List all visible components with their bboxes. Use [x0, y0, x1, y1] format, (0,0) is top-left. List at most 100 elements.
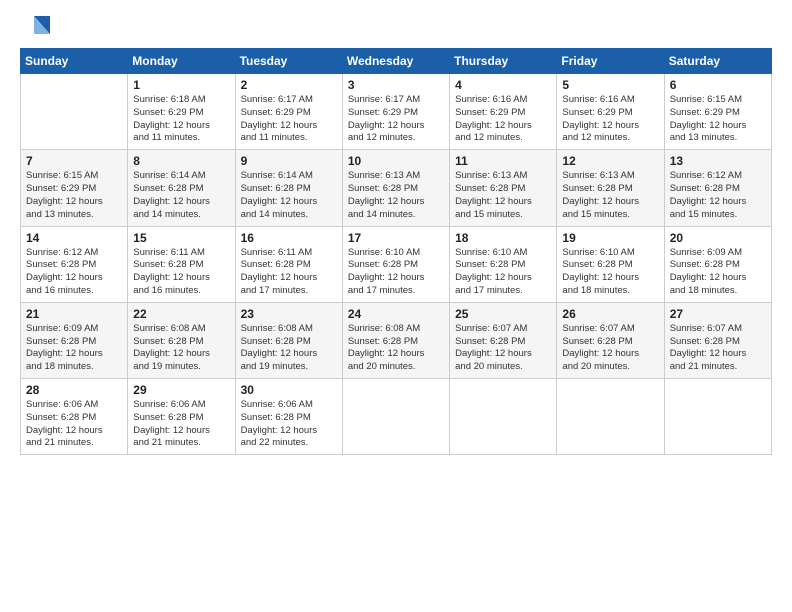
day-info: Sunrise: 6:15 AM Sunset: 6:29 PM Dayligh… [26, 170, 122, 221]
day-info: Sunrise: 6:15 AM Sunset: 6:29 PM Dayligh… [670, 94, 766, 145]
calendar-week-row: 1 Sunrise: 6:18 AM Sunset: 6:29 PM Daylig… [21, 74, 772, 150]
day-info: Sunrise: 6:18 AM Sunset: 6:29 PM Dayligh… [133, 94, 229, 145]
day-info: Sunrise: 6:11 AM Sunset: 6:28 PM Dayligh… [241, 247, 337, 298]
table-row: 7 Sunrise: 6:15 AM Sunset: 6:29 PM Daylig… [21, 150, 128, 226]
day-info: Sunrise: 6:13 AM Sunset: 6:28 PM Dayligh… [562, 170, 658, 221]
day-number: 19 [562, 231, 658, 245]
day-info: Sunrise: 6:07 AM Sunset: 6:28 PM Dayligh… [455, 323, 551, 374]
table-row [557, 379, 664, 455]
table-row: 4 Sunrise: 6:16 AM Sunset: 6:29 PM Daylig… [450, 74, 557, 150]
day-number: 6 [670, 78, 766, 92]
day-info: Sunrise: 6:12 AM Sunset: 6:28 PM Dayligh… [670, 170, 766, 221]
table-row: 10Sunrise: 6:13 AM Sunset: 6:28 PM Dayli… [342, 150, 449, 226]
day-number: 23 [241, 307, 337, 321]
header-thursday: Thursday [450, 49, 557, 74]
day-number: 29 [133, 383, 229, 397]
table-row: 16 Sunrise: 6:11 AM Sunset: 6:28 PM Dayli… [235, 226, 342, 302]
day-info: Sunrise: 6:06 AM Sunset: 6:28 PM Dayligh… [26, 399, 122, 450]
day-number: 16 [241, 231, 337, 245]
day-number: 7 [26, 154, 122, 168]
day-number: 11 [455, 154, 551, 168]
day-number: 14 [26, 231, 122, 245]
table-row: 14 Sunrise: 6:12 AM Sunset: 6:28 PM Dayli… [21, 226, 128, 302]
table-row: 30Sunrise: 6:06 AM Sunset: 6:28 PM Dayli… [235, 379, 342, 455]
table-row: 15 Sunrise: 6:11 AM Sunset: 6:28 PM Dayli… [128, 226, 235, 302]
calendar-week-row: 21Sunrise: 6:09 AM Sunset: 6:28 PM Dayli… [21, 302, 772, 378]
header-saturday: Saturday [664, 49, 771, 74]
table-row: 9Sunrise: 6:14 AM Sunset: 6:28 PM Daylig… [235, 150, 342, 226]
day-info: Sunrise: 6:10 AM Sunset: 6:28 PM Dayligh… [348, 247, 444, 298]
table-row [342, 379, 449, 455]
table-row: 22Sunrise: 6:08 AM Sunset: 6:28 PM Dayli… [128, 302, 235, 378]
table-row: 28 Sunrise: 6:06 AM Sunset: 6:28 PM Dayli… [21, 379, 128, 455]
table-row: 24 Sunrise: 6:08 AM Sunset: 6:28 PM Dayli… [342, 302, 449, 378]
day-info: Sunrise: 6:08 AM Sunset: 6:28 PM Dayligh… [133, 323, 229, 374]
day-number: 27 [670, 307, 766, 321]
day-info: Sunrise: 6:13 AM Sunset: 6:28 PM Dayligh… [455, 170, 551, 221]
header-monday: Monday [128, 49, 235, 74]
day-number: 18 [455, 231, 551, 245]
table-row: 18 Sunrise: 6:10 AM Sunset: 6:28 PM Dayli… [450, 226, 557, 302]
header [20, 16, 772, 40]
header-sunday: Sunday [21, 49, 128, 74]
table-row: 17 Sunrise: 6:10 AM Sunset: 6:28 PM Dayli… [342, 226, 449, 302]
table-row: 3 Sunrise: 6:17 AM Sunset: 6:29 PM Daylig… [342, 74, 449, 150]
table-row: 8Sunrise: 6:14 AM Sunset: 6:28 PM Daylig… [128, 150, 235, 226]
day-info: Sunrise: 6:09 AM Sunset: 6:28 PM Dayligh… [26, 323, 122, 374]
day-number: 9 [241, 154, 337, 168]
day-info: Sunrise: 6:10 AM Sunset: 6:28 PM Dayligh… [455, 247, 551, 298]
day-info: Sunrise: 6:09 AM Sunset: 6:28 PM Dayligh… [670, 247, 766, 298]
day-info: Sunrise: 6:07 AM Sunset: 6:28 PM Dayligh… [670, 323, 766, 374]
table-row: 5 Sunrise: 6:16 AM Sunset: 6:29 PM Daylig… [557, 74, 664, 150]
day-number: 4 [455, 78, 551, 92]
day-info: Sunrise: 6:14 AM Sunset: 6:28 PM Dayligh… [133, 170, 229, 221]
day-info: Sunrise: 6:17 AM Sunset: 6:29 PM Dayligh… [241, 94, 337, 145]
day-info: Sunrise: 6:07 AM Sunset: 6:28 PM Dayligh… [562, 323, 658, 374]
table-row: 27 Sunrise: 6:07 AM Sunset: 6:28 PM Dayli… [664, 302, 771, 378]
day-number: 26 [562, 307, 658, 321]
table-row: 19 Sunrise: 6:10 AM Sunset: 6:28 PM Dayli… [557, 226, 664, 302]
day-number: 13 [670, 154, 766, 168]
day-number: 3 [348, 78, 444, 92]
day-number: 5 [562, 78, 658, 92]
day-info: Sunrise: 6:08 AM Sunset: 6:28 PM Dayligh… [241, 323, 337, 374]
day-info: Sunrise: 6:10 AM Sunset: 6:28 PM Dayligh… [562, 247, 658, 298]
table-row: 2 Sunrise: 6:17 AM Sunset: 6:29 PM Daylig… [235, 74, 342, 150]
day-number: 2 [241, 78, 337, 92]
day-number: 17 [348, 231, 444, 245]
calendar-table: Sunday Monday Tuesday Wednesday Thursday… [20, 48, 772, 455]
page: Sunday Monday Tuesday Wednesday Thursday… [0, 0, 792, 612]
day-info: Sunrise: 6:13 AM Sunset: 6:28 PM Dayligh… [348, 170, 444, 221]
table-row: 25 Sunrise: 6:07 AM Sunset: 6:28 PM Dayli… [450, 302, 557, 378]
day-number: 28 [26, 383, 122, 397]
table-row: 6 Sunrise: 6:15 AM Sunset: 6:29 PM Daylig… [664, 74, 771, 150]
logo [20, 16, 52, 40]
day-info: Sunrise: 6:17 AM Sunset: 6:29 PM Dayligh… [348, 94, 444, 145]
day-info: Sunrise: 6:08 AM Sunset: 6:28 PM Dayligh… [348, 323, 444, 374]
table-row [450, 379, 557, 455]
day-number: 30 [241, 383, 337, 397]
day-info: Sunrise: 6:11 AM Sunset: 6:28 PM Dayligh… [133, 247, 229, 298]
day-info: Sunrise: 6:16 AM Sunset: 6:29 PM Dayligh… [562, 94, 658, 145]
day-info: Sunrise: 6:06 AM Sunset: 6:28 PM Dayligh… [133, 399, 229, 450]
table-row: 13 Sunrise: 6:12 AM Sunset: 6:28 PM Dayli… [664, 150, 771, 226]
table-row: 21Sunrise: 6:09 AM Sunset: 6:28 PM Dayli… [21, 302, 128, 378]
day-number: 25 [455, 307, 551, 321]
day-info: Sunrise: 6:16 AM Sunset: 6:29 PM Dayligh… [455, 94, 551, 145]
table-row [21, 74, 128, 150]
table-row: 29 Sunrise: 6:06 AM Sunset: 6:28 PM Dayli… [128, 379, 235, 455]
day-number: 1 [133, 78, 229, 92]
day-number: 20 [670, 231, 766, 245]
header-wednesday: Wednesday [342, 49, 449, 74]
logo-icon [24, 12, 52, 40]
header-friday: Friday [557, 49, 664, 74]
table-row: 20 Sunrise: 6:09 AM Sunset: 6:28 PM Dayli… [664, 226, 771, 302]
day-number: 15 [133, 231, 229, 245]
weekday-header-row: Sunday Monday Tuesday Wednesday Thursday… [21, 49, 772, 74]
table-row: 12 Sunrise: 6:13 AM Sunset: 6:28 PM Dayli… [557, 150, 664, 226]
day-info: Sunrise: 6:12 AM Sunset: 6:28 PM Dayligh… [26, 247, 122, 298]
table-row: 26 Sunrise: 6:07 AM Sunset: 6:28 PM Dayli… [557, 302, 664, 378]
day-number: 24 [348, 307, 444, 321]
calendar-week-row: 28 Sunrise: 6:06 AM Sunset: 6:28 PM Dayli… [21, 379, 772, 455]
day-number: 12 [562, 154, 658, 168]
